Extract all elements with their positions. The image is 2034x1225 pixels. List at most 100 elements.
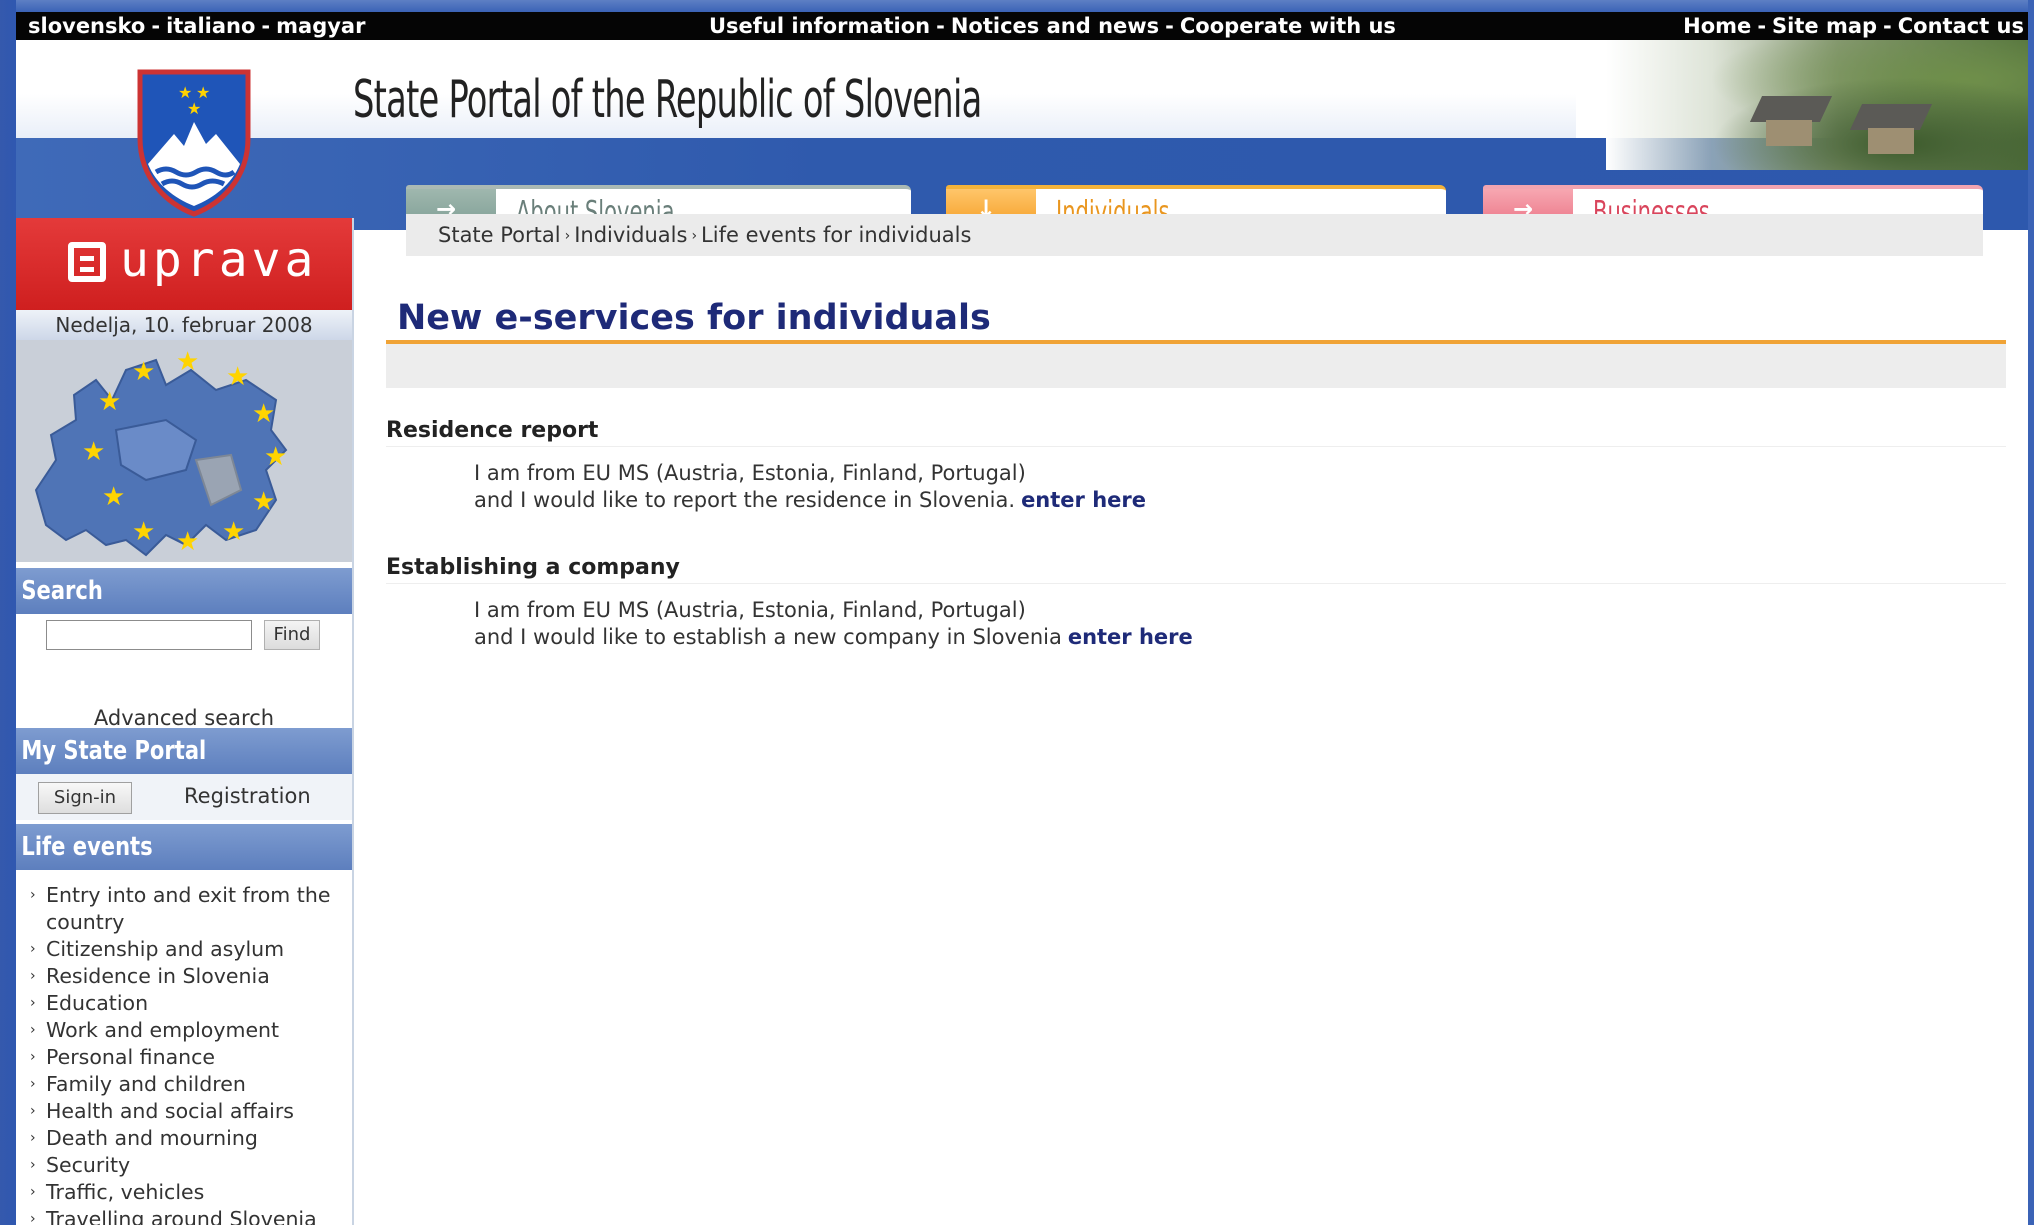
- svg-text:★: ★: [226, 362, 249, 392]
- life-event-item[interactable]: › Entry into and exit from the country: [26, 882, 346, 936]
- svg-text:★: ★: [252, 487, 275, 517]
- breadcrumb-individuals[interactable]: Individuals: [574, 223, 687, 247]
- life-event-label: Security: [46, 1153, 131, 1177]
- home-link[interactable]: Home: [1683, 14, 1751, 38]
- photo-roof: [1849, 104, 1933, 130]
- search-input[interactable]: [46, 620, 252, 650]
- residence-report-section: Residence report I am from EU MS (Austri…: [386, 416, 2006, 512]
- info-links: Useful information - Notices and news - Coop…: [709, 14, 1396, 38]
- life-event-item[interactable]: › Death and mourning: [26, 1125, 346, 1152]
- cooperate-link[interactable]: Cooperate with us: [1180, 14, 1396, 38]
- left-sidebar: uprava Nedelja, 10. februar 2008 ★ ★ ★ ★ ★…: [16, 218, 354, 1225]
- chevron-right-icon: ›: [30, 1211, 36, 1225]
- svg-text:★: ★: [176, 347, 199, 377]
- current-date: Nedelja, 10. februar 2008: [16, 310, 352, 340]
- e-uprava-logo-icon: [68, 242, 106, 282]
- life-event-item[interactable]: › Citizenship and asylum: [26, 936, 346, 963]
- life-event-item[interactable]: › Travelling around Slovenia: [26, 1206, 346, 1225]
- chevron-right-icon: ›: [30, 968, 36, 984]
- header-landscape-photo: [1606, 40, 2028, 170]
- section-description: I am from EU MS (Austria, Estonia, Finla…: [474, 597, 1193, 651]
- svg-text:★: ★: [98, 387, 121, 417]
- advanced-search-link[interactable]: Advanced search: [16, 706, 352, 730]
- search-heading: Search: [21, 576, 103, 606]
- my-state-portal-heading: My State Portal: [21, 736, 207, 766]
- svg-text:★: ★: [82, 437, 105, 467]
- description-line-with-link: and I would like to establish a new comp…: [474, 624, 1193, 651]
- slovenia-coat-of-arms-icon[interactable]: ★ ★ ★: [134, 68, 254, 218]
- life-event-item[interactable]: › Health and social affairs: [26, 1098, 346, 1125]
- search-section-header: Search: [16, 568, 352, 614]
- chevron-right-icon: ›: [30, 1049, 36, 1065]
- site-title[interactable]: State Portal of the Republic of Slovenia: [353, 70, 982, 130]
- chevron-right-icon: ›: [30, 1076, 36, 1092]
- life-event-item[interactable]: › Work and employment: [26, 1017, 346, 1044]
- chevron-right-icon: ›: [30, 1103, 36, 1119]
- search-box: Find Advanced search: [16, 614, 352, 730]
- description-line: I am from EU MS (Austria, Estonia, Finla…: [474, 598, 1026, 622]
- sign-in-button[interactable]: Sign-in: [38, 782, 132, 814]
- life-event-item[interactable]: › Personal finance: [26, 1044, 346, 1071]
- chevron-right-icon: ›: [30, 1022, 36, 1038]
- description-line: and I would like to establish a new comp…: [474, 625, 1062, 649]
- notices-and-news-link[interactable]: Notices and news: [951, 14, 1159, 38]
- my-state-portal-header: My State Portal: [16, 728, 352, 774]
- registration-link[interactable]: Registration: [184, 784, 311, 808]
- breadcrumb-state-portal[interactable]: State Portal: [438, 223, 561, 247]
- life-event-label: Residence in Slovenia: [46, 964, 270, 988]
- life-event-item[interactable]: › Family and children: [26, 1071, 346, 1098]
- chevron-right-icon: ›: [564, 228, 571, 244]
- window-frame-top: [0, 0, 2034, 12]
- svg-text:★: ★: [176, 527, 199, 557]
- chevron-right-icon: ›: [30, 995, 36, 1011]
- svg-text:★: ★: [102, 482, 125, 512]
- contact-us-link[interactable]: Contact us: [1898, 14, 2024, 38]
- chevron-right-icon: ›: [30, 941, 36, 957]
- life-event-item[interactable]: › Traffic, vehicles: [26, 1179, 346, 1206]
- life-event-label: Citizenship and asylum: [46, 937, 285, 961]
- find-button[interactable]: Find: [264, 620, 320, 650]
- section-heading: Establishing a company: [386, 553, 2006, 584]
- page-title: New e-services for individuals: [397, 298, 991, 338]
- lang-link-magyar[interactable]: magyar: [276, 14, 365, 38]
- chevron-right-icon: ›: [691, 228, 698, 244]
- description-line: I am from EU MS (Austria, Estonia, Finla…: [474, 461, 1026, 485]
- window-frame-left: [0, 0, 16, 1225]
- utility-links: Home - Site map - Contact us: [1683, 14, 2024, 38]
- e-uprava-logo-text: uprava: [120, 232, 318, 288]
- useful-information-link[interactable]: Useful information: [709, 14, 930, 38]
- establishing-company-section: Establishing a company I am from EU MS (…: [386, 553, 2006, 649]
- life-events-heading: Life events: [21, 832, 153, 862]
- svg-text:★: ★: [132, 357, 155, 387]
- photo-house: [1766, 120, 1812, 146]
- title-band: [386, 344, 2006, 388]
- e-uprava-logo[interactable]: uprava: [16, 218, 352, 310]
- chevron-right-icon: ›: [30, 1184, 36, 1200]
- site-map-link[interactable]: Site map: [1772, 14, 1877, 38]
- language-links: slovensko - italiano - magyar: [28, 14, 366, 38]
- life-event-label: Education: [46, 991, 149, 1015]
- site-header: ★ ★ ★ State Portal of the Republic of Sl…: [16, 40, 2028, 233]
- eu-map-graphic: ★ ★ ★★ ★★ ★★ ★★ ★ ★: [16, 340, 352, 562]
- life-event-label: Personal finance: [46, 1045, 216, 1069]
- life-event-label: Death and mourning: [46, 1126, 258, 1150]
- chevron-right-icon: ›: [30, 1157, 36, 1173]
- life-event-item[interactable]: › Security: [26, 1152, 346, 1179]
- enter-here-link[interactable]: enter here: [1015, 488, 1146, 512]
- chevron-right-icon: ›: [30, 1130, 36, 1146]
- lang-link-slovensko[interactable]: slovensko: [28, 14, 145, 38]
- life-event-item[interactable]: › Residence in Slovenia: [26, 963, 346, 990]
- chevron-right-icon: ›: [30, 887, 36, 903]
- my-state-portal-box: Sign-in Registration: [16, 774, 352, 820]
- life-events-header: Life events: [16, 824, 352, 870]
- life-event-label: Family and children: [46, 1072, 246, 1096]
- lang-link-italiano[interactable]: italiano: [166, 14, 255, 38]
- breadcrumb-life-events[interactable]: Life events for individuals: [701, 223, 971, 247]
- enter-here-link[interactable]: enter here: [1062, 625, 1193, 649]
- eu-map-image[interactable]: ★ ★ ★ ★ ★ ★ ★ ★ ★ ★ ★ ★: [16, 340, 352, 562]
- photo-roof: [1749, 96, 1833, 122]
- svg-text:★: ★: [222, 517, 245, 547]
- svg-text:★: ★: [187, 99, 201, 118]
- window-frame-right: [2028, 0, 2034, 1225]
- life-event-item[interactable]: › Education: [26, 990, 346, 1017]
